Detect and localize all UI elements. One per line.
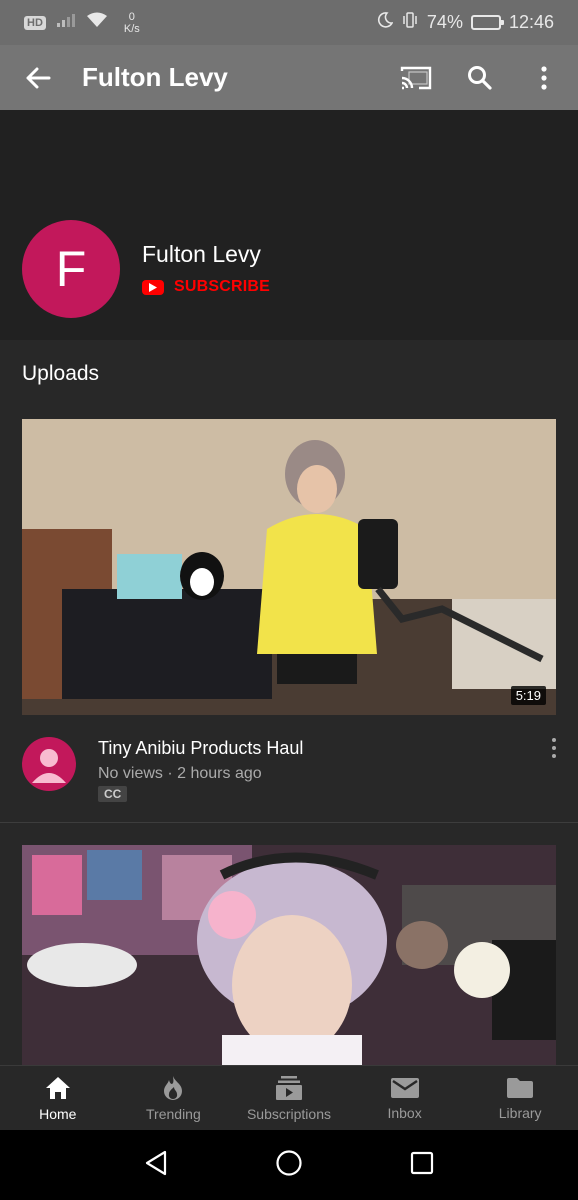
nav-label: Trending [146,1105,201,1122]
status-bar: HD 0 K/s 74% 12:46 [0,0,578,45]
network-speed-value: 0 [128,10,135,23]
system-recents-button[interactable] [409,1150,435,1181]
vibrate-icon [401,11,419,34]
video-item[interactable]: Tiny Anibiu Products Haul No views · 2 h… [0,730,578,820]
nav-inbox[interactable]: Inbox [347,1066,463,1130]
video-meta: No views · 2 hours ago [98,765,262,782]
signal-icon [56,12,76,33]
back-button[interactable] [18,58,58,98]
channel-header: F Fulton Levy SUBSCRIBE [0,200,578,340]
nav-label: Home [39,1105,77,1122]
triangle-back-icon [145,1150,167,1175]
youtube-play-icon [142,279,164,295]
app-bar: Fulton Levy [0,45,578,110]
battery-percent: 74% [426,12,463,32]
moon-icon [377,12,394,33]
nav-subscriptions[interactable]: Subscriptions [231,1066,347,1130]
nav-library[interactable]: Library [462,1066,578,1130]
square-recents-icon [410,1151,434,1174]
subscribe-button[interactable]: SUBSCRIBE [142,278,270,296]
nav-trending[interactable]: Trending [116,1066,232,1130]
divider [0,822,578,823]
video-more-button[interactable] [544,736,564,760]
nav-home[interactable]: Home [0,1066,116,1130]
system-back-button[interactable] [143,1149,169,1182]
channel-avatar[interactable]: F [22,220,120,318]
circle-home-icon [276,1149,302,1176]
battery-icon [470,15,504,30]
subscribe-label: SUBSCRIBE [174,278,271,295]
folder-icon [507,1077,534,1098]
network-speed: 0 K/s [124,11,140,35]
more-options-button[interactable] [522,56,566,100]
nav-label: Library [498,1104,542,1121]
bottom-navigation: Home Trending Subscriptions Inbox Librar… [0,1065,578,1130]
video-title[interactable]: Tiny Anibiu Products Haul [98,738,303,759]
clock: 12:46 [508,12,554,32]
video-duration: 5:19 [510,686,546,705]
page-title: Fulton Levy [82,62,228,92]
uploads-section: Uploads 5:19 Tiny Anibiu Products Haul N… [0,340,578,1065]
mail-icon [390,1077,419,1098]
system-navigation-bar [0,1130,578,1200]
thumbnail-image [22,419,556,715]
video-thumbnail[interactable]: 5:19 [22,419,556,715]
channel-name: Fulton Levy [142,241,261,267]
back-arrow-icon [26,67,51,88]
thumbnail-image [22,845,556,1065]
network-speed-unit: K/s [123,22,140,35]
cast-button[interactable] [394,56,438,100]
wifi-icon [86,12,108,33]
home-icon [45,1076,70,1099]
person-icon [32,749,66,783]
more-vert-icon [541,65,547,90]
nav-label: Inbox [387,1104,422,1121]
video-thumbnail[interactable] [22,845,556,1065]
search-button[interactable] [458,56,502,100]
cast-icon [400,66,432,89]
channel-banner [0,110,578,200]
system-home-button[interactable] [275,1149,303,1182]
fire-icon [164,1075,183,1100]
subscriptions-icon [275,1075,302,1100]
nav-label: Subscriptions [246,1105,331,1122]
uploader-avatar[interactable] [22,737,76,791]
section-title: Uploads [22,362,100,385]
cc-badge: CC [98,786,128,802]
hd-badge: HD [24,15,46,30]
search-icon [468,65,492,90]
